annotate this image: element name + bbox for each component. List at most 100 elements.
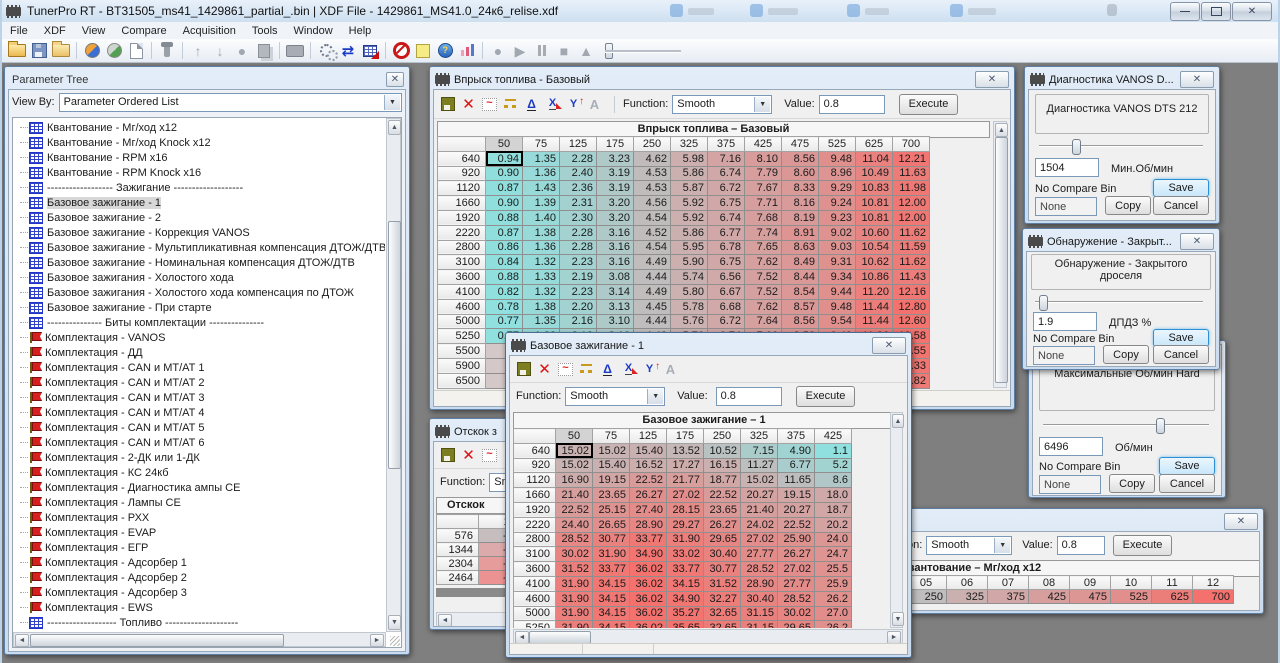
table-cell[interactable]: 32.65 (704, 606, 741, 621)
tree-item[interactable]: Комплектация - CAN и МТ/АТ 2 (13, 375, 385, 390)
table-cell[interactable]: 34.15 (593, 591, 630, 606)
function-select[interactable]: Smooth▼ (565, 387, 665, 406)
row-header[interactable]: 5000 (438, 314, 486, 329)
value-slider[interactable] (1039, 138, 1203, 154)
table-cell[interactable]: 15.40 (630, 443, 667, 458)
row-header[interactable]: 2464 (437, 571, 479, 585)
row-header[interactable]: 4600 (514, 591, 556, 606)
table-cell[interactable]: 9.44 (819, 284, 856, 299)
table-cell[interactable]: 3.13 (597, 299, 634, 314)
table-cell[interactable]: 5.90 (671, 255, 708, 270)
window-close-button[interactable]: ✕ (386, 72, 404, 87)
save-button[interactable]: Save (1153, 179, 1209, 197)
table-cell[interactable]: 6.67 (708, 284, 745, 299)
table-cell[interactable]: 10.62 (856, 255, 893, 270)
table-cell[interactable]: 33.77 (667, 562, 704, 577)
table-cell[interactable]: 34.15 (593, 621, 630, 628)
value-input[interactable]: 1.9 (1033, 312, 1097, 331)
table-cell[interactable]: 21.77 (667, 473, 704, 488)
table-cell[interactable]: 1.33 (523, 270, 560, 285)
table-cell[interactable]: 12.00 (893, 210, 930, 225)
table-cell[interactable]: 15.02 (593, 443, 630, 458)
table-cell[interactable]: 10.83 (856, 181, 893, 196)
table-cell[interactable]: 11.62 (893, 225, 930, 240)
tree-item[interactable]: Комплектация - CAN и МТ/АТ 3 (13, 390, 385, 405)
table-cell[interactable]: 22.52 (778, 517, 815, 532)
tree-item[interactable]: Комплектация - Адсорбер 3 (13, 585, 385, 600)
table-cell[interactable]: 31.15 (741, 606, 778, 621)
row-header[interactable]: 920 (438, 166, 486, 181)
table-cell[interactable]: 5.2 (815, 458, 852, 473)
tree-item[interactable]: Базовое зажигание - Коррекция VANOS (13, 225, 385, 240)
table-cell[interactable]: 5.86 (671, 166, 708, 181)
row-header[interactable]: 3100 (514, 547, 556, 562)
table-cell[interactable]: 3.14 (597, 284, 634, 299)
tree-item[interactable]: Комплектация - CAN и МТ/АТ 5 (13, 420, 385, 435)
table-cell[interactable]: 4.56 (634, 196, 671, 211)
table-cell[interactable]: 31.90 (556, 606, 593, 621)
table-cell[interactable]: 20.27 (741, 488, 778, 503)
row-header[interactable]: 6500 (438, 373, 486, 388)
table-cell[interactable]: 15.02 (556, 458, 593, 473)
table-cell[interactable]: 6.72 (708, 314, 745, 329)
tree-item[interactable]: Комплектация - EVAP (13, 525, 385, 540)
table-cell[interactable]: 28.52 (741, 562, 778, 577)
table-cell[interactable]: 8.54 (782, 284, 819, 299)
table-cell[interactable]: 3.20 (597, 196, 634, 211)
copy-button[interactable]: Copy (1109, 474, 1155, 493)
table-cell[interactable]: 0.87 (486, 181, 523, 196)
table-cell[interactable]: 11.63 (893, 166, 930, 181)
table-cell[interactable]: 17.27 (667, 458, 704, 473)
table-cell[interactable]: 6.75 (708, 255, 745, 270)
table-cell[interactable]: 35.27 (667, 606, 704, 621)
col-header[interactable]: 50 (486, 137, 523, 152)
col-header[interactable]: 475 (782, 137, 819, 152)
tree-item[interactable]: Базовое зажигания - Холостого хода компе… (13, 285, 385, 300)
table-cell[interactable]: 3.20 (597, 210, 634, 225)
col-header[interactable]: 425 (815, 429, 852, 444)
table-cell[interactable]: 12.21 (893, 151, 930, 166)
table-cell[interactable]: 27.77 (741, 547, 778, 562)
table-cell[interactable]: 10.81 (856, 196, 893, 211)
table-cell[interactable]: 4.45 (634, 299, 671, 314)
table-cell[interactable]: 12.16 (893, 284, 930, 299)
table-cell[interactable]: 29.65 (778, 621, 815, 628)
tree-item[interactable]: Впрыск топлива - Базовый (13, 630, 385, 631)
row-header[interactable]: 576 (437, 529, 479, 543)
table-cell[interactable]: 4.62 (634, 151, 671, 166)
table-cell[interactable]: 2.40 (560, 166, 597, 181)
tree-item[interactable]: Комплектация - РХХ (13, 510, 385, 525)
table-cell[interactable]: 1.32 (523, 255, 560, 270)
table-cell[interactable]: 31.90 (667, 532, 704, 547)
table-cell[interactable]: 23.65 (704, 502, 741, 517)
col-header[interactable]: 425 (745, 137, 782, 152)
table-cell[interactable]: 27.77 (778, 576, 815, 591)
table-cell[interactable]: 2.36 (560, 181, 597, 196)
table-cell[interactable]: 31.52 (704, 576, 741, 591)
value-input[interactable]: 6496 (1039, 437, 1103, 456)
col-header[interactable]: 12 (1193, 576, 1234, 590)
table-cell[interactable]: 22.52 (630, 473, 667, 488)
tree-item[interactable]: Комплектация - 2-ДК или 1-ДК (13, 450, 385, 465)
table-cell[interactable]: 12.60 (893, 314, 930, 329)
table-cell[interactable]: 34.15 (593, 576, 630, 591)
table-cell[interactable]: 8.16 (782, 196, 819, 211)
menu-item-tools[interactable]: Tools (244, 24, 286, 38)
table-cell[interactable]: 2.28 (560, 151, 597, 166)
tree-item[interactable]: Комплектация - КС 24кб (13, 465, 385, 480)
table-cell[interactable]: 31.90 (556, 621, 593, 628)
table-cell[interactable]: 4.54 (634, 210, 671, 225)
table-cell[interactable]: 4.52 (634, 225, 671, 240)
close-button[interactable]: ✕ (1232, 2, 1272, 21)
row-header[interactable]: 640 (514, 443, 556, 458)
table-cell[interactable]: 3.08 (597, 270, 634, 285)
table-cell[interactable]: 25.90 (778, 532, 815, 547)
row-header[interactable]: 1120 (438, 181, 486, 196)
table-cell[interactable]: 31.90 (593, 547, 630, 562)
table-cell[interactable]: 18.77 (704, 473, 741, 488)
tree-item[interactable]: Квантование - RPM Knock х16 (13, 165, 385, 180)
playback-slider[interactable] (605, 41, 695, 61)
table-cell[interactable]: 6.75 (708, 196, 745, 211)
col-header[interactable]: 700 (893, 137, 930, 152)
tree-item[interactable]: Комплектация - CAN и МТ/АТ 4 (13, 405, 385, 420)
